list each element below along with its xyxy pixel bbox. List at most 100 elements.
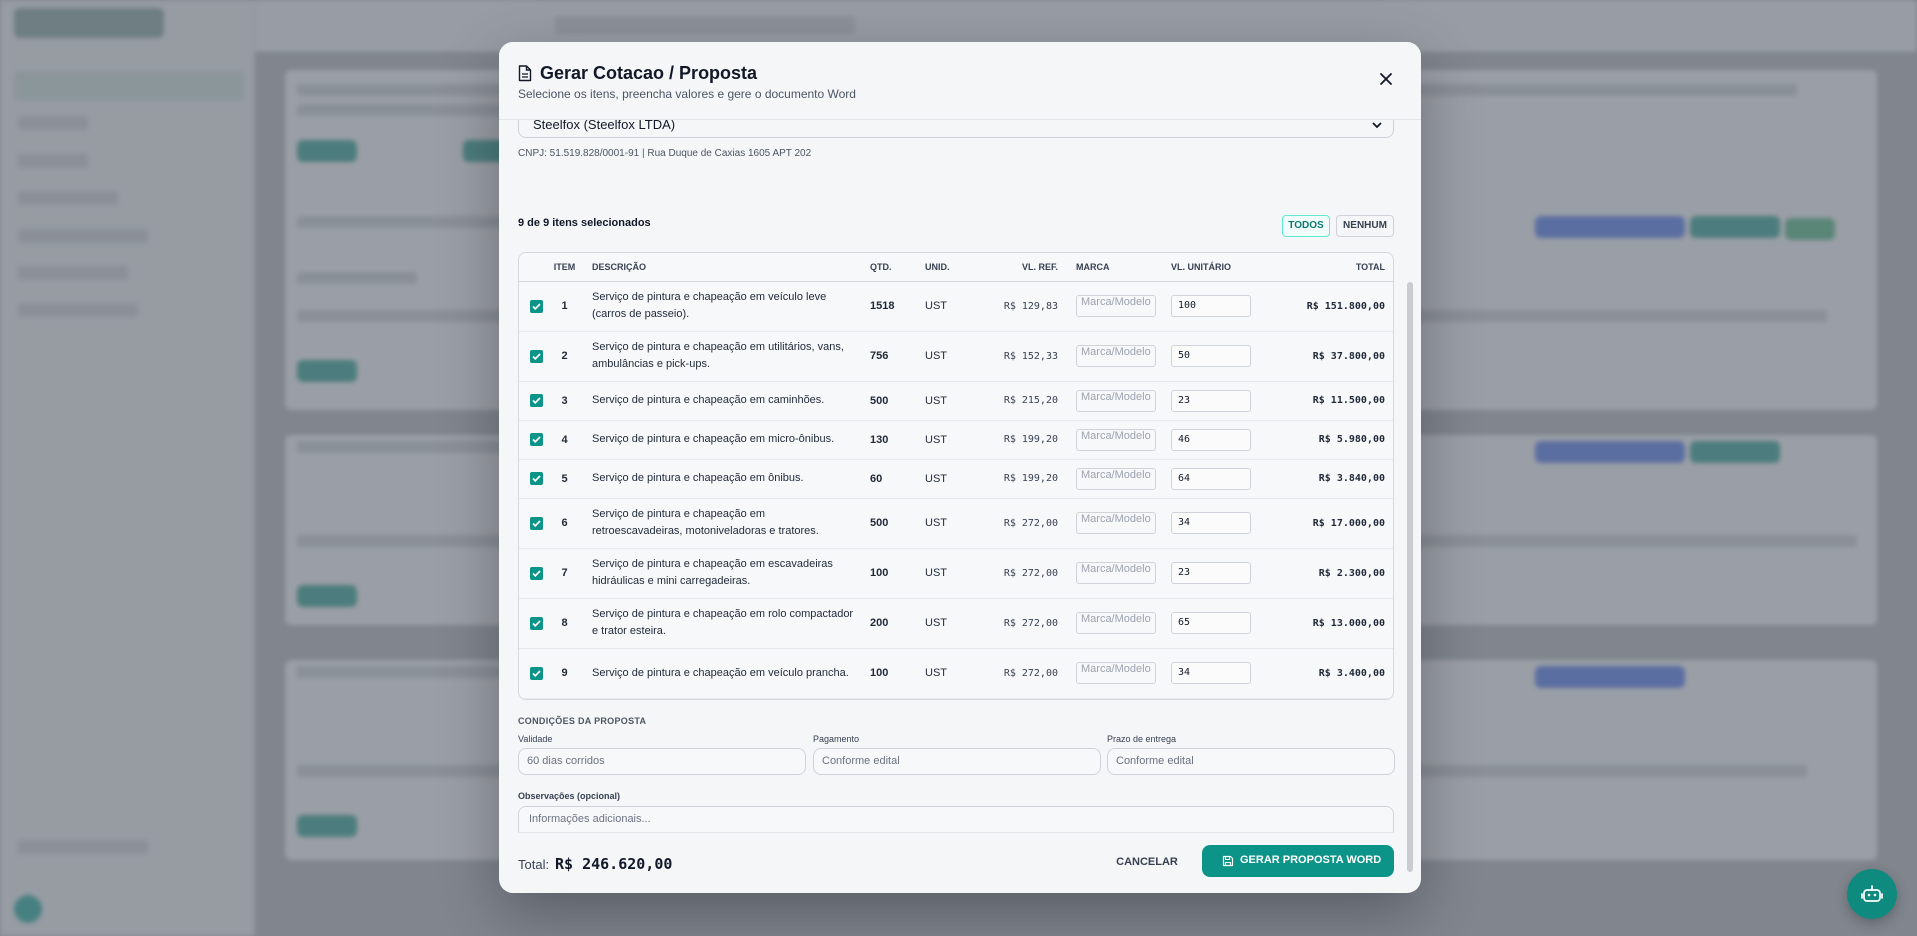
- row-vl-unitario-input[interactable]: 23: [1171, 562, 1251, 584]
- row-checkbox[interactable]: [530, 616, 543, 630]
- row-vl-unitario-cell: 46: [1171, 420, 1275, 459]
- row-marca-input[interactable]: Marca/Modelo: [1076, 662, 1156, 684]
- row-marca-placeholder: Marca/Modelo: [1081, 663, 1151, 675]
- row-descricao: Serviço de pintura e chapeação em ônibus…: [592, 472, 804, 484]
- row-unid: UST: [925, 433, 947, 446]
- row-marca-input[interactable]: Marca/Modelo: [1076, 612, 1156, 634]
- row-vl-ref: R$ 199,20: [1003, 473, 1058, 484]
- row-marca-input[interactable]: Marca/Modelo: [1076, 295, 1156, 317]
- row-item: 9: [561, 667, 568, 679]
- row-unid: UST: [925, 350, 947, 362]
- row-checkbox[interactable]: [530, 516, 543, 530]
- row-qtd: 500: [870, 517, 889, 529]
- row-vl-unitario-input[interactable]: 50: [1171, 345, 1251, 367]
- header-vl-ref: VL. REF.: [1021, 261, 1058, 272]
- row-checkbox[interactable]: [530, 666, 543, 680]
- row-marca-placeholder: Marca/Modelo: [1081, 429, 1151, 442]
- pagamento-label: Pagamento: [813, 734, 860, 744]
- row-vl-unitario-input[interactable]: 64: [1171, 467, 1251, 490]
- row-select-cell: [519, 459, 549, 498]
- row-checkbox[interactable]: [530, 349, 543, 363]
- row-marca-input[interactable]: Marca/Modelo: [1076, 467, 1156, 490]
- row-unid: UST: [925, 617, 947, 629]
- row-total: R$ 151.800,00: [1306, 300, 1385, 312]
- row-marca-cell: Marca/Modelo: [1070, 598, 1171, 648]
- modal-footer: Total: R$ 246.620,00 CANCELAR GERAR PROP…: [518, 832, 1394, 893]
- row-select-cell: [519, 331, 549, 381]
- prazo-input[interactable]: Conforme edital: [1107, 748, 1395, 775]
- row-total: R$ 11.500,00: [1312, 395, 1385, 406]
- row-item: 2: [561, 350, 568, 362]
- close-icon[interactable]: [1377, 70, 1395, 88]
- header-marca: MARCA: [1076, 261, 1110, 272]
- header-item: ITEM: [553, 261, 576, 272]
- row-marca-input[interactable]: Marca/Modelo: [1076, 512, 1156, 534]
- row-unid: UST: [925, 394, 947, 407]
- checkbox-checked-icon: [532, 669, 541, 677]
- row-vl-unitario-cell: 64: [1171, 459, 1275, 498]
- select-all-button[interactable]: TODOS: [1282, 215, 1330, 237]
- total-value: R$ 246.620,00: [555, 855, 673, 873]
- row-marca-placeholder: Marca/Modelo: [1081, 296, 1151, 308]
- row-qtd: 100: [870, 667, 889, 679]
- row-vl-unitario-input[interactable]: 34: [1171, 662, 1251, 684]
- row-checkbox[interactable]: [530, 433, 543, 446]
- row-descricao: Serviço de pintura e chapeação em caminh…: [592, 394, 825, 406]
- row-marca-input[interactable]: Marca/Modelo: [1076, 389, 1156, 412]
- header-select: [519, 253, 549, 281]
- row-descricao: Serviço de pintura e chapeação em micro-…: [592, 433, 835, 445]
- row-descricao: Serviço de pintura e chapeação em retroe…: [592, 508, 819, 537]
- row-checkbox[interactable]: [530, 566, 543, 580]
- row-checkbox[interactable]: [530, 472, 543, 485]
- row-vl-unitario-input[interactable]: 65: [1171, 612, 1251, 634]
- row-select-cell: [519, 498, 549, 548]
- document-icon: [518, 65, 532, 82]
- pagamento-input[interactable]: Conforme edital: [813, 748, 1101, 775]
- cancel-button[interactable]: CANCELAR: [1109, 847, 1185, 878]
- row-vl-unitario-input[interactable]: 23: [1171, 389, 1251, 412]
- row-marca-placeholder: Marca/Modelo: [1081, 390, 1151, 403]
- row-vl-unitario-cell: 50: [1171, 331, 1275, 381]
- table-row: 5 Serviço de pintura e chapeação em ônibu…: [519, 459, 1393, 498]
- row-marca-placeholder: Marca/Modelo: [1081, 346, 1151, 358]
- row-descricao: Serviço de pintura e chapeação em utilit…: [592, 341, 844, 370]
- select-none-button[interactable]: NENHUM: [1336, 215, 1394, 237]
- row-marca-cell: Marca/Modelo: [1070, 331, 1171, 381]
- conditions-title: CONDIÇÕES DA PROPOSTA: [518, 716, 647, 726]
- row-marca-input[interactable]: Marca/Modelo: [1076, 345, 1156, 367]
- row-item: 5: [561, 472, 568, 485]
- row-qtd: 60: [870, 472, 883, 485]
- row-vl-unitario-input[interactable]: 34: [1171, 512, 1251, 534]
- row-checkbox[interactable]: [530, 394, 543, 407]
- table-row: 7 Serviço de pintura e chapeação em escav…: [519, 548, 1393, 598]
- row-vl-ref: R$ 199,20: [1003, 434, 1058, 445]
- row-vl-ref: R$ 272,00: [1003, 517, 1058, 529]
- selection-count: 9 de 9 itens selecionados: [518, 217, 651, 229]
- checkbox-checked-icon: [532, 619, 541, 627]
- row-vl-unitario-cell: 23: [1171, 381, 1275, 420]
- table-header-row: ITEM DESCRIÇÃO QTD. UNID. VL. REF. MARCA…: [519, 253, 1393, 281]
- row-marca-cell: Marca/Modelo: [1070, 498, 1171, 548]
- validade-label: Validade: [518, 734, 553, 744]
- generate-word-label: GERAR PROPOSTA WORD: [1240, 854, 1382, 866]
- modal-scrollbar[interactable]: [1407, 282, 1413, 872]
- row-select-cell: [519, 381, 549, 420]
- row-checkbox[interactable]: [530, 299, 543, 313]
- row-vl-unitario-cell: 23: [1171, 548, 1275, 598]
- row-vl-ref: R$ 272,00: [1003, 617, 1058, 629]
- modal-header: Gerar Cotacao / Proposta Selecione os it…: [499, 42, 1421, 120]
- row-total: R$ 3.400,00: [1318, 667, 1385, 679]
- row-marca-input[interactable]: Marca/Modelo: [1076, 428, 1156, 451]
- row-descricao: Serviço de pintura e chapeação em rolo c…: [592, 608, 854, 637]
- checkbox-checked-icon: [532, 569, 541, 577]
- row-vl-unitario-input[interactable]: 100: [1171, 295, 1251, 317]
- generate-word-button[interactable]: GERAR PROPOSTA WORD: [1202, 845, 1394, 877]
- row-vl-ref: R$ 129,83: [1003, 300, 1058, 312]
- validade-input[interactable]: 60 dias corridos: [518, 748, 806, 775]
- row-vl-unitario-cell: 34: [1171, 648, 1275, 698]
- assistant-button[interactable]: [1847, 869, 1897, 919]
- row-marca-input[interactable]: Marca/Modelo: [1076, 562, 1156, 584]
- row-qtd: 100: [870, 567, 889, 579]
- row-vl-unitario-input[interactable]: 46: [1171, 428, 1251, 451]
- row-marca-cell: Marca/Modelo: [1070, 648, 1171, 698]
